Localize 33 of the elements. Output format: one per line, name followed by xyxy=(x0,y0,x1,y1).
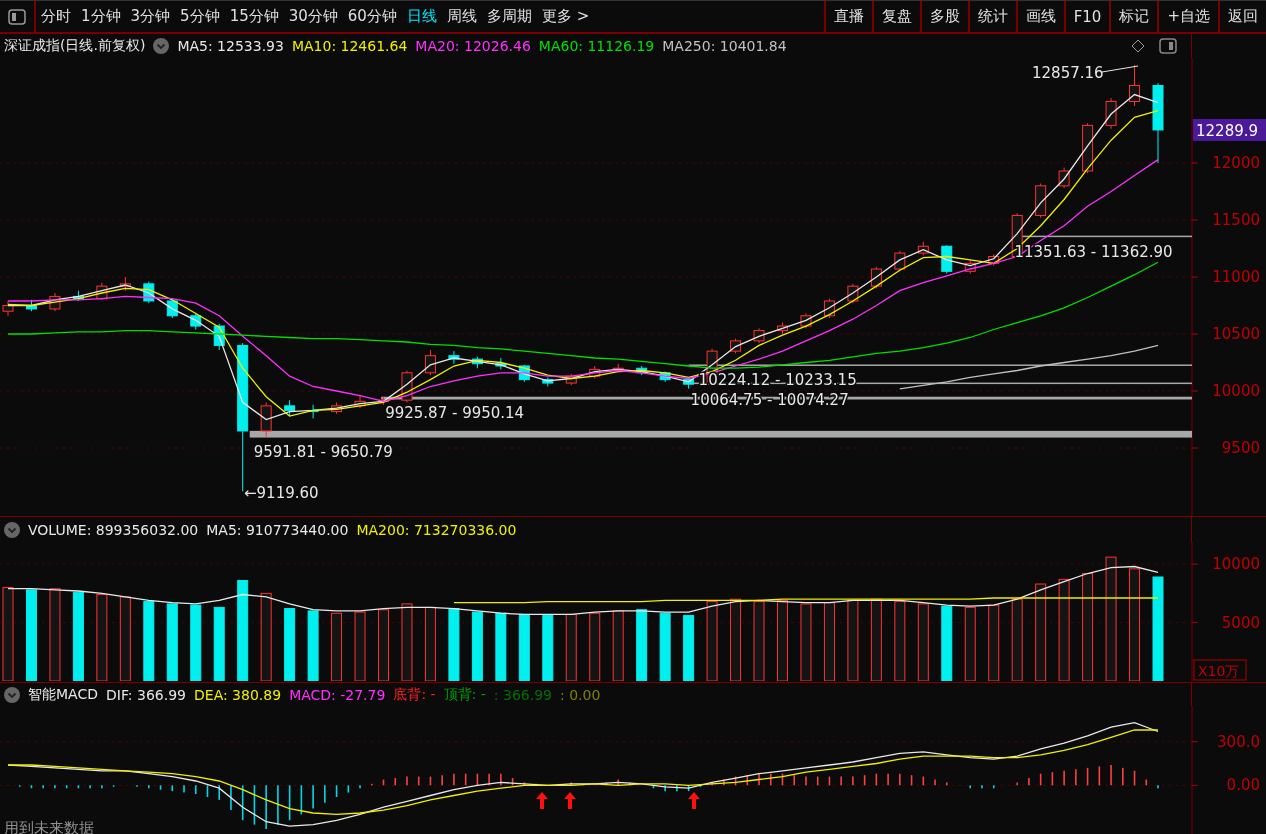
range-label: 9591.81 - 9650.79 xyxy=(253,442,393,461)
axis-label: 5000 xyxy=(1221,613,1260,632)
legend-value: : 366.99 xyxy=(493,686,552,703)
legend-value: MA5: 12533.93 xyxy=(177,38,284,54)
indicator-title: 智能MACD xyxy=(28,685,98,704)
legend-value: MACD: -27.79 xyxy=(289,686,386,703)
legend-value: MA200: 713270336.00 xyxy=(356,521,517,538)
axis-label: 10000 xyxy=(1212,382,1260,401)
axis-label: 300.0 xyxy=(1217,732,1260,751)
price-label: 12857.16 xyxy=(1032,64,1104,82)
axis-label: 10000 xyxy=(1212,555,1260,574)
legend-value: MA60: 11126.19 xyxy=(538,38,655,54)
legend-value: 底背: - xyxy=(393,685,436,704)
axis-label: 11500 xyxy=(1212,211,1260,229)
last-price-tag: 12289.9 xyxy=(1193,118,1266,141)
legend-value: DEA: 380.89 xyxy=(194,686,282,703)
axis-label: 0.00 xyxy=(1226,776,1260,795)
axis-label: 10500 xyxy=(1212,325,1260,344)
legend-value: MA250: 10401.84 xyxy=(662,38,787,54)
legend-value: MA5: 910773440.00 xyxy=(206,521,349,538)
legend-value: : 0.00 xyxy=(560,686,601,703)
legend-value: 顶背: - xyxy=(443,685,486,704)
axis-label: 12000 xyxy=(1212,154,1260,172)
axis-label: 9500 xyxy=(1221,439,1260,458)
unit-label: X10万 xyxy=(1193,659,1247,681)
legend-value: DIF: 366.99 xyxy=(105,686,186,703)
legend-value: MA20: 12026.46 xyxy=(415,38,531,54)
axis-label: 11000 xyxy=(1212,268,1260,286)
legend-value: VOLUME: 899356032.00 xyxy=(28,521,199,538)
range-label: 9925.87 - 9950.14 xyxy=(385,404,525,423)
index-title: 深证成指(日线.前复权) xyxy=(4,37,146,55)
price-label: ←9119.60 xyxy=(244,484,319,502)
legend-value: MA10: 12461.64 xyxy=(291,38,408,54)
